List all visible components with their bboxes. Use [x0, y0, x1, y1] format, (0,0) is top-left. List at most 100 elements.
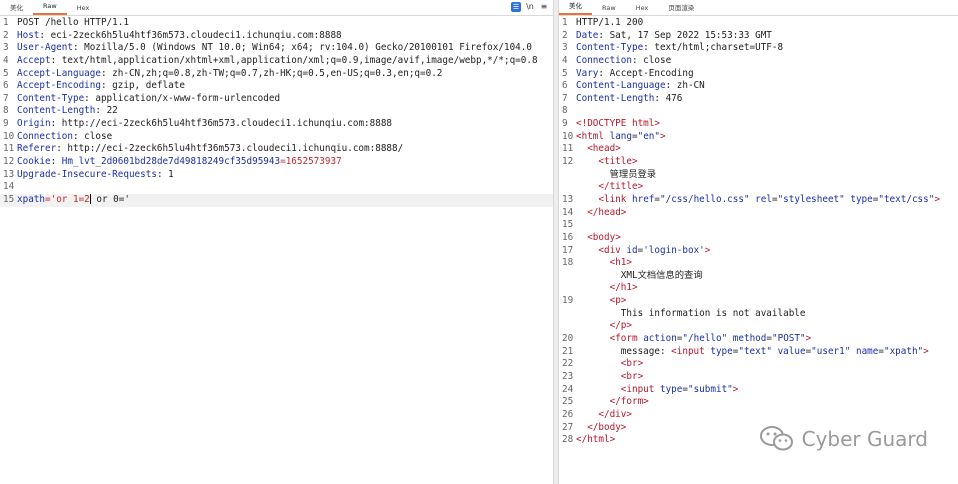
line-text: <p> [576, 295, 627, 308]
body-param-value: ='or 1=2 [45, 193, 90, 205]
tag-open: <html [576, 130, 604, 142]
line-text: 管理员登录 [576, 168, 657, 182]
tab-render[interactable]: 页面渲染 [658, 1, 704, 15]
response-line: 19 <p> [559, 295, 958, 308]
line-text: Content-Length: 476 [576, 93, 682, 106]
header-name: Date [576, 29, 599, 41]
line-text: HTTP/1.1 200 [576, 17, 643, 30]
line-text: Content-Language: zh-CN [576, 80, 705, 93]
line-text: Content-Type: application/x-www-form-url… [17, 93, 280, 106]
tag-open: <br [620, 370, 638, 382]
line-number [559, 181, 576, 194]
request-editor[interactable]: 1 POST /hello HTTP/1.1 2 Host: eci-2zeck6h5… [0, 16, 553, 207]
attr-value: "en" [637, 130, 660, 142]
line-text: Content-Length: 22 [17, 105, 118, 118]
header-value: : Mozilla/5.0 (Windows NT 10.0; Win64; x… [72, 42, 532, 54]
line-number: 23 [562, 370, 574, 382]
header-value: : text/html,application/xhtml+xml,applic… [50, 54, 538, 66]
watermark: Cyber Guard [759, 426, 928, 452]
attr-value: "submit" [687, 383, 733, 395]
attr-name: name [855, 345, 879, 357]
header-name: Connection [17, 130, 73, 142]
line-text: <body> [576, 232, 621, 245]
attr-value: "xpath" [883, 345, 924, 357]
line-text: </html> [576, 434, 615, 447]
response-line: 8 [559, 105, 958, 118]
response-line: 13 <link href="/css/hello.css" rel="styl… [559, 194, 958, 207]
line-number: 7 [562, 92, 568, 104]
attr-name: type [659, 383, 683, 395]
tab-pretty[interactable]: 美化 [559, 1, 592, 15]
tag-end: > [704, 244, 711, 256]
response-line: 9 <!DOCTYPE html> [559, 118, 958, 131]
body-param-tail: or 0=' [90, 193, 130, 205]
line-number: 10 [3, 130, 15, 142]
header-name: Content-Language [576, 80, 666, 92]
response-line: 21 message: <input type="text" value="us… [559, 346, 958, 359]
line-text: </body> [576, 422, 626, 435]
line-text: <html lang="en"> [576, 131, 666, 144]
text-node: message: [620, 345, 672, 357]
tag-open: <input [620, 383, 655, 395]
tag-end: > [615, 231, 621, 243]
response-line: 17 <div id='login-box'> [559, 245, 958, 258]
tab-raw[interactable]: Raw [33, 1, 67, 15]
line-number [559, 169, 576, 182]
tag-open: <form [609, 333, 638, 345]
header-value: : [50, 156, 62, 168]
header-name: Content-Type [576, 42, 644, 54]
header-value: : close [72, 130, 113, 142]
line-number: 13 [562, 193, 574, 205]
response-line: 23 <br> [559, 371, 958, 384]
line-text: <head> [576, 143, 621, 156]
line-text: </p> [576, 320, 632, 333]
line-text: <form action="/hello" method="POST"> [576, 333, 812, 346]
line-number: 12 [562, 156, 574, 168]
tab-pretty[interactable]: 美化 [0, 1, 33, 15]
line-number: 7 [3, 92, 9, 104]
response-line: 25 </form> [559, 396, 958, 409]
line-number: 9 [562, 118, 568, 130]
line-text: <!DOCTYPE html> [576, 118, 660, 131]
tab-hex[interactable]: Hex [67, 1, 100, 15]
line-text: Date: Sat, 17 Sep 2022 15:53:33 GMT [576, 30, 772, 43]
list-icon[interactable]: ☰ [511, 2, 521, 12]
request-line: 11 Referer: http://eci-2zeck6h5lu4htf36m5… [0, 143, 553, 156]
response-line: 10 <html lang="en"> [559, 131, 958, 144]
line-text: Upgrade-Insecure-Requests: 1 [17, 169, 174, 182]
line-number: 9 [3, 118, 9, 130]
header-name: Upgrade-Insecure-Requests [17, 168, 157, 180]
tab-raw[interactable]: Raw [592, 1, 626, 15]
line-text: <link href="/css/hello.css" rel="stylesh… [576, 194, 940, 207]
response-viewer[interactable]: 1 HTTP/1.1 200 2 Date: Sat, 17 Sep 2022 15:… [559, 16, 958, 447]
header-name: Content-Length [576, 92, 655, 104]
header-name: Accept-Encoding [17, 80, 101, 92]
response-line: 5 Vary: Accept-Encoding [559, 68, 958, 81]
tab-hex[interactable]: Hex [626, 1, 659, 15]
request-line: 5 Accept-Language: zh-CN,zh;q=0.8,zh-TW;q… [0, 68, 553, 81]
line-number: 10 [562, 130, 574, 142]
header-value: : gzip, deflate [100, 80, 185, 92]
response-pane: 美化 Raw Hex 页面渲染 1 HTTP/1.1 200 2 Date: Sat,… [559, 0, 958, 484]
line-number [559, 270, 576, 283]
line-number: 6 [3, 80, 9, 92]
line-text: Referer: http://eci-2zeck6h5lu4htf36m573… [17, 143, 403, 156]
header-name: Cookie [17, 156, 51, 168]
tag-end: > [637, 370, 644, 382]
menu-icon[interactable]: ≡ [539, 2, 549, 12]
text-node: 管理员登录 [609, 168, 657, 180]
newline-icon[interactable]: \n [525, 2, 535, 12]
attr-name: id [626, 244, 638, 256]
line-number: 18 [562, 257, 574, 269]
header-name: Referer [17, 143, 57, 155]
request-toolbar: ☰ \n ≡ [511, 2, 549, 12]
line-number: 17 [562, 244, 574, 256]
line-text: Accept-Language: zh-CN,zh;q=0.8,zh-TW;q=… [17, 68, 442, 81]
